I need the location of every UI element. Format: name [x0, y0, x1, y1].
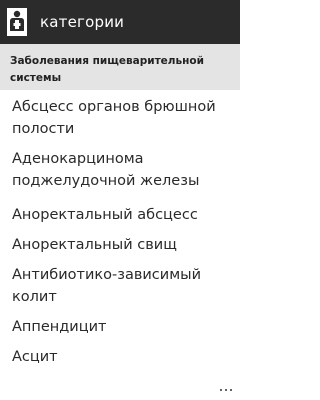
list-item[interactable]: Антибиотико-зависимый колит	[12, 264, 232, 308]
disease-list: Абсцесс органов брюшной полости Аденокар…	[0, 90, 240, 380]
category-title-line1: Заболевания пищеварительной	[10, 55, 204, 67]
list-item-line2: колит	[12, 289, 57, 305]
list-item-line2: поджелудочной железы	[12, 173, 200, 189]
ellipsis-icon[interactable]	[204, 383, 232, 397]
list-item-line1: Абсцесс органов брюшной	[12, 99, 216, 115]
list-item[interactable]: Абсцесс органов брюшной полости	[12, 96, 232, 140]
list-item-line1: Аппендицит	[12, 319, 107, 335]
list-item-line1: Асцит	[12, 349, 58, 365]
list-item[interactable]: Аноректальный абсцесс	[12, 204, 232, 226]
page-title: категории	[40, 13, 125, 31]
list-item[interactable]: Асцит	[12, 346, 232, 368]
list-item[interactable]: Аноректальный свищ	[12, 234, 232, 256]
list-item[interactable]: Аденокарцинома поджелудочной железы	[12, 148, 232, 192]
category-header: Заболевания пищеварительной системы	[0, 44, 240, 90]
list-item[interactable]: Аппендицит	[12, 316, 232, 338]
list-item-line1: Антибиотико-зависимый	[12, 267, 202, 283]
list-item-line1: Аденокарцинома	[12, 151, 144, 167]
list-item-line1: Аноректальный свищ	[12, 237, 177, 253]
app-bar	[0, 380, 240, 400]
list-item-line2: полости	[12, 121, 75, 137]
app-logo-icon	[6, 7, 28, 37]
header-bar: категории	[0, 0, 240, 44]
category-title-line2: системы	[10, 72, 62, 84]
list-item-line1: Аноректальный абсцесс	[12, 207, 198, 223]
